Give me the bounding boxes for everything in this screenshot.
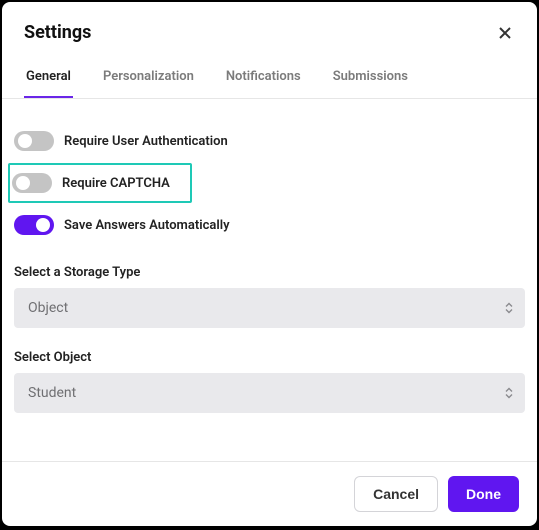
object-value: Student <box>28 385 76 401</box>
toggle-knob <box>16 176 30 190</box>
close-button[interactable] <box>495 23 515 43</box>
storage-type-select[interactable]: Object <box>14 288 525 328</box>
toggle-row-auth: Require User Authentication <box>12 123 527 159</box>
tab-content-general: Require User Authentication Require CAPT… <box>2 99 537 461</box>
toggle-autosave[interactable] <box>14 215 54 235</box>
toggle-row-autosave: Save Answers Automatically <box>12 207 527 243</box>
storage-type-value: Object <box>28 300 68 316</box>
close-icon <box>497 25 513 41</box>
toggle-knob <box>36 218 50 232</box>
tab-notifications[interactable]: Notifications <box>224 57 303 98</box>
tab-personalization[interactable]: Personalization <box>101 57 196 98</box>
object-label: Select Object <box>14 350 525 365</box>
toggle-row-captcha: Require CAPTCHA <box>8 163 192 203</box>
field-object: Select Object Student <box>12 350 527 413</box>
chevron-updown-icon <box>505 303 513 314</box>
toggle-auth-label: Require User Authentication <box>64 134 228 149</box>
toggle-autosave-label: Save Answers Automatically <box>64 218 230 233</box>
toggle-knob <box>18 134 32 148</box>
done-button[interactable]: Done <box>448 476 519 512</box>
tabs-bar: General Personalization Notifications Su… <box>2 57 537 99</box>
settings-modal: Settings General Personalization Notific… <box>2 2 537 526</box>
toggle-captcha-label: Require CAPTCHA <box>62 176 170 191</box>
chevron-updown-icon <box>505 388 513 399</box>
toggle-captcha[interactable] <box>12 173 52 193</box>
toggle-auth[interactable] <box>14 131 54 151</box>
object-select[interactable]: Student <box>14 373 525 413</box>
cancel-button[interactable]: Cancel <box>354 476 438 512</box>
tab-submissions[interactable]: Submissions <box>331 57 410 98</box>
tab-general[interactable]: General <box>24 57 73 98</box>
field-storage-type: Select a Storage Type Object <box>12 265 527 328</box>
storage-type-label: Select a Storage Type <box>14 265 525 280</box>
modal-footer: Cancel Done <box>2 461 537 526</box>
modal-header: Settings <box>2 2 537 57</box>
modal-title: Settings <box>24 22 91 43</box>
